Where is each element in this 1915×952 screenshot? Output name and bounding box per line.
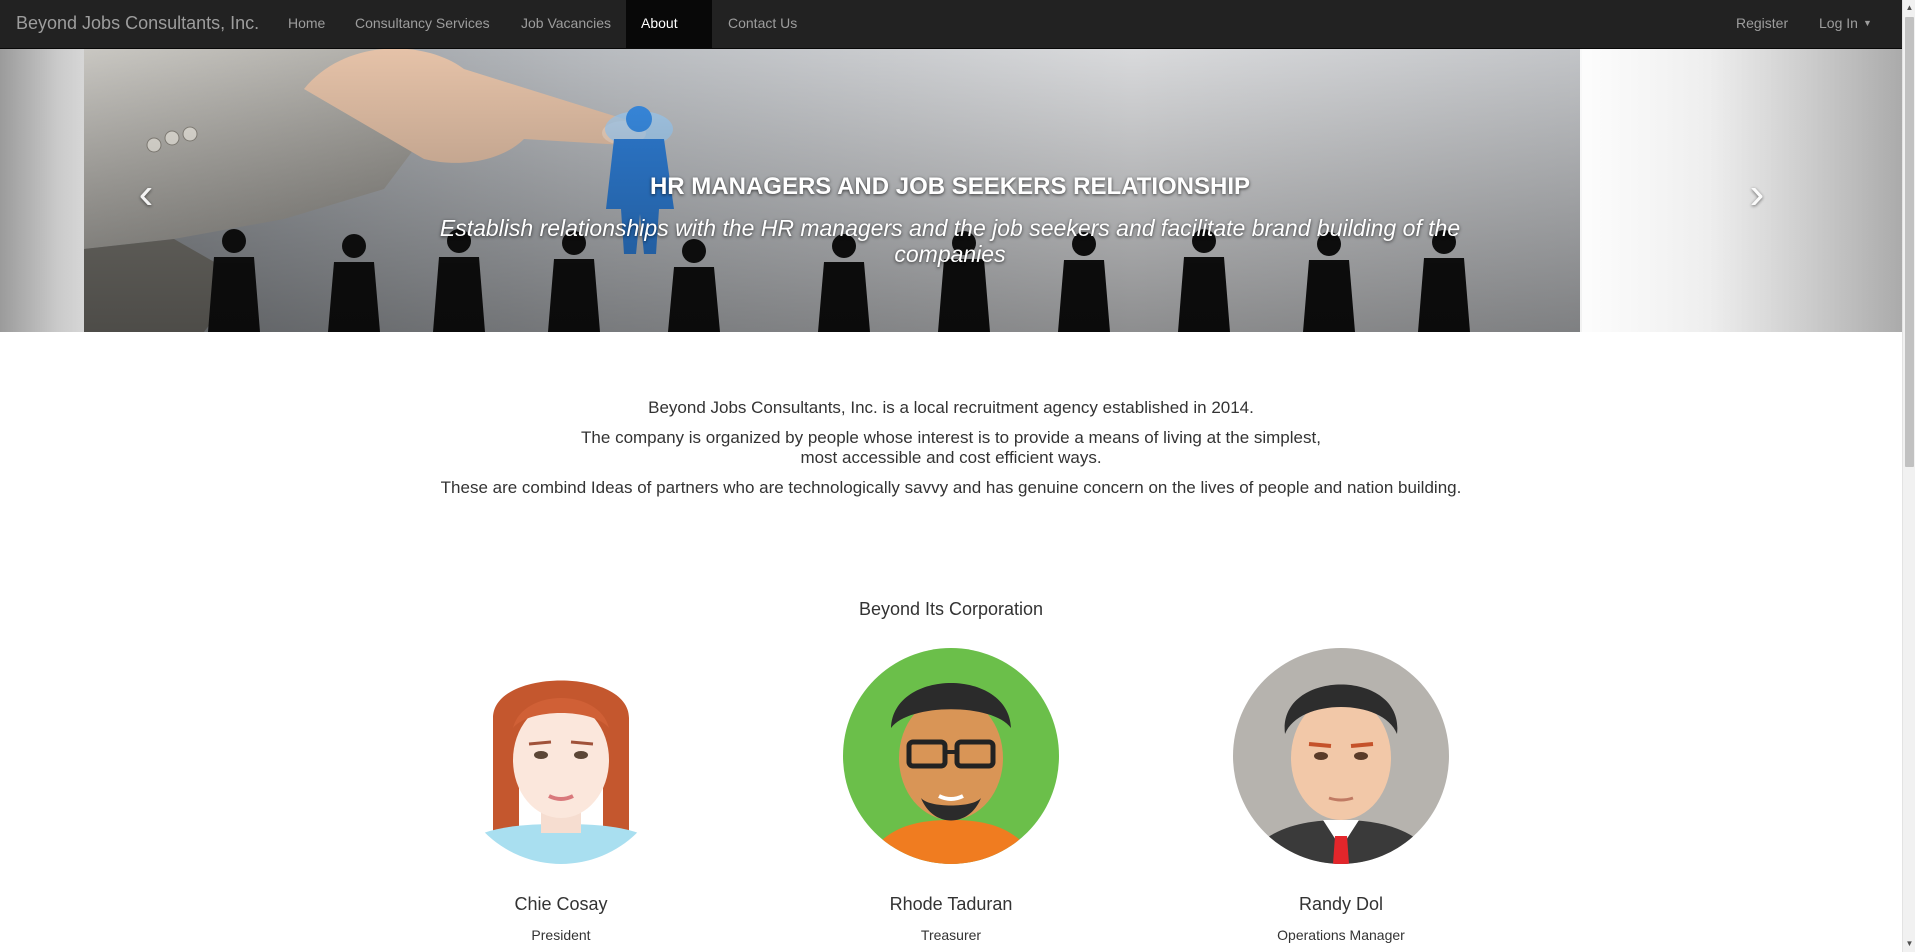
member-role: President: [531, 927, 591, 943]
avatar: [453, 648, 669, 864]
member-role: Treasurer: [920, 927, 982, 943]
about-section: Beyond Jobs Consultants, Inc. is a local…: [0, 398, 1902, 498]
caption-title: HR MANAGERS AND JOB SEEKERS RELATIONSHIP: [649, 173, 1251, 200]
team-member-2: Rhode Taduran Treasurer: [841, 648, 1061, 943]
about-line-3: These are combind Ideas of partners who …: [440, 478, 1462, 497]
member-name: Rhode Taduran: [889, 894, 1013, 914]
about-line-2b: most accessible and cost efficient ways.: [800, 448, 1102, 467]
chevron-right-icon: ›: [1749, 169, 1765, 218]
scroll-down-arrow-icon[interactable]: ▼: [1903, 936, 1915, 952]
member-name: Chie Cosay: [514, 894, 608, 914]
nav-job-vacancies[interactable]: Job Vacancies: [506, 0, 626, 49]
carousel-next-button[interactable]: ›: [1737, 172, 1777, 216]
avatar: [1233, 648, 1449, 864]
carousel-prev-button[interactable]: ‹: [126, 172, 166, 216]
brand-link[interactable]: Beyond Jobs Consultants, Inc.: [16, 0, 259, 49]
team-member-1: Chie Cosay President: [451, 648, 671, 943]
carousel-caption: HR MANAGERS AND JOB SEEKERS RELATIONSHIP…: [380, 173, 1520, 267]
nav-home[interactable]: Home: [273, 0, 340, 49]
member-name: Randy Dol: [1298, 894, 1384, 914]
about-line-1: Beyond Jobs Consultants, Inc. is a local…: [648, 398, 1254, 417]
nav-about-us[interactable]: About Us: [626, 0, 712, 77]
nav-consultancy-services[interactable]: Consultancy Services: [340, 0, 505, 49]
nav-login-dropdown[interactable]: Log In ▼: [1804, 0, 1887, 49]
scroll-up-arrow-icon[interactable]: ▲: [1903, 0, 1915, 16]
chevron-left-icon: ‹: [138, 169, 154, 218]
login-label: Log In: [1819, 15, 1858, 31]
avatar: [843, 648, 1059, 864]
nav-register[interactable]: Register: [1721, 0, 1803, 49]
nav-contact-us[interactable]: Contact Us: [713, 0, 812, 49]
team-heading: Beyond Its Corporation: [858, 599, 1044, 619]
top-navbar: Beyond Jobs Consultants, Inc. Home Consu…: [0, 0, 1902, 77]
about-line-2a: The company is organized by people whose…: [581, 428, 1321, 447]
page-scrollbar[interactable]: ▲ ▼: [1902, 0, 1915, 952]
scrollbar-thumb[interactable]: [1905, 17, 1914, 467]
caret-down-icon: ▼: [1862, 18, 1872, 28]
carousel: ‹ › HR MANAGERS AND JOB SEEKERS RELATION…: [0, 49, 1902, 332]
team-member-3: Randy Dol Operations Manager: [1231, 648, 1451, 943]
caption-text: Establish relationships with the HR mana…: [439, 215, 1461, 267]
carousel-left-shade: [0, 49, 84, 332]
member-role: Operations Manager: [1277, 927, 1405, 943]
